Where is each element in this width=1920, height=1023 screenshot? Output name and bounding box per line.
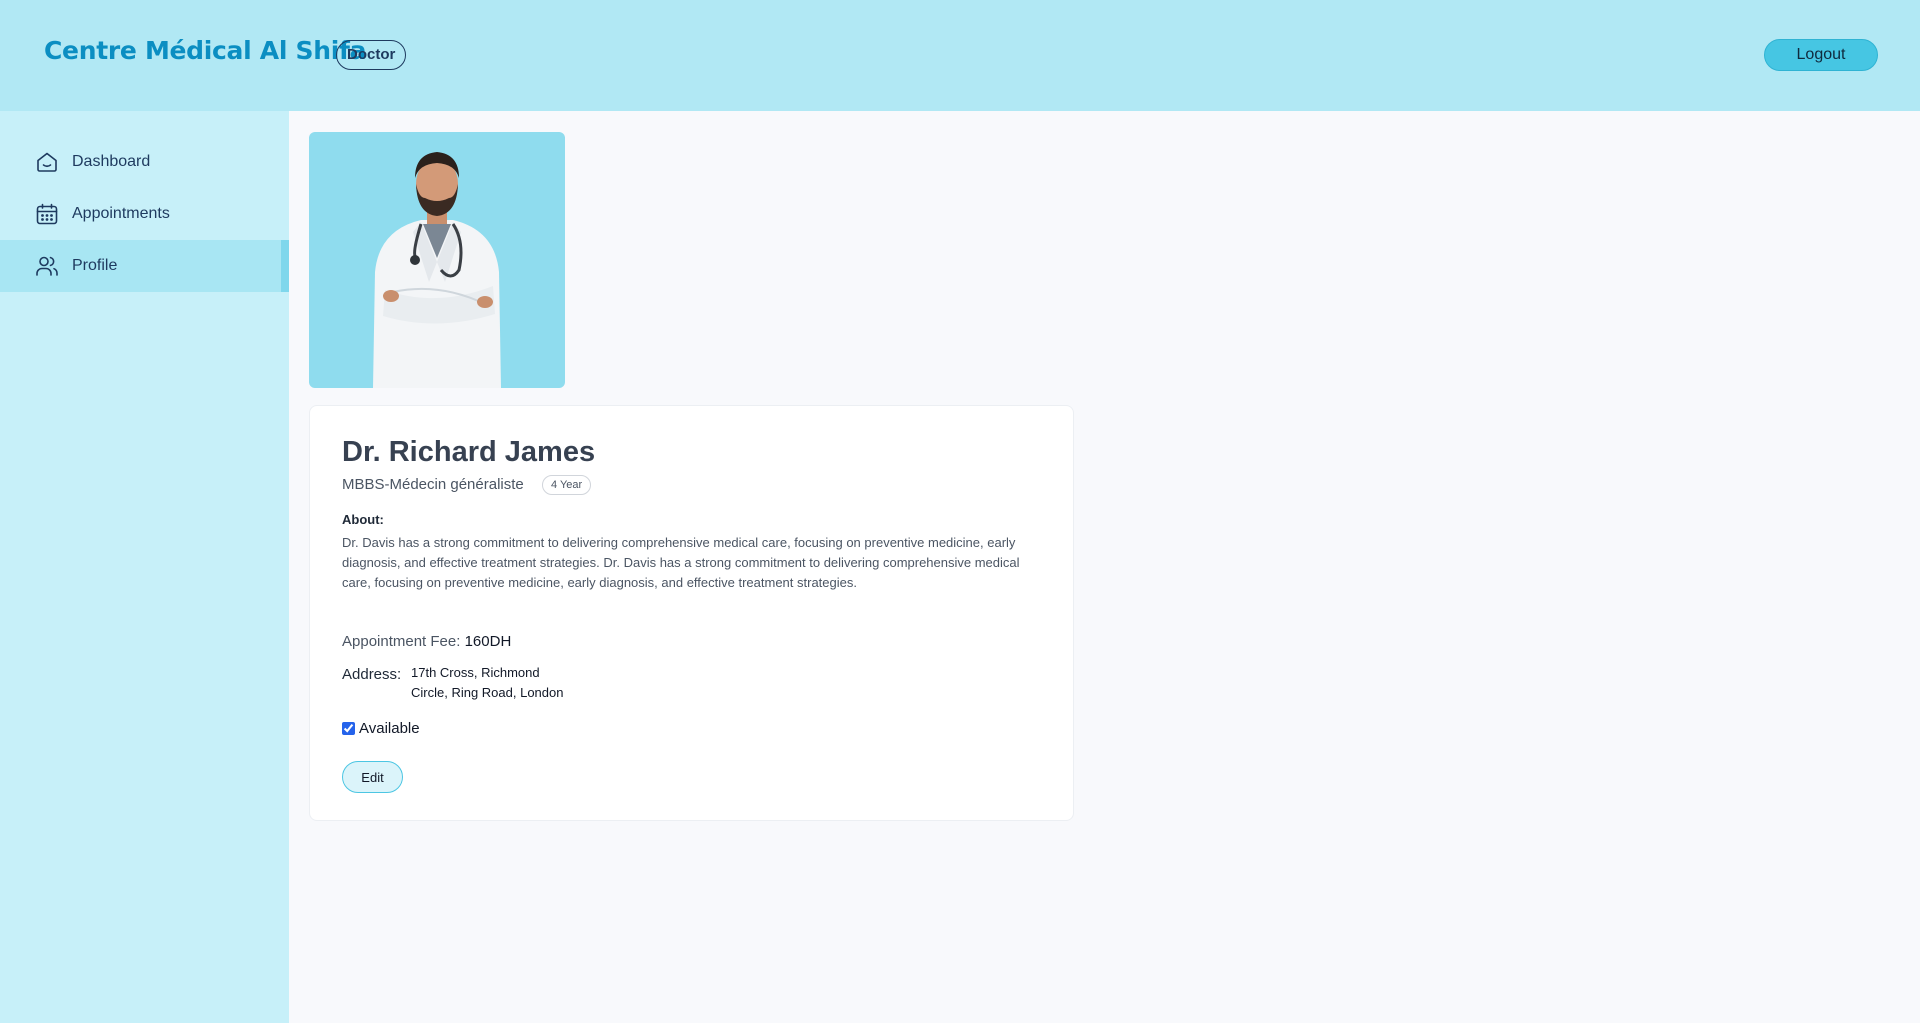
doctor-name: Dr. Richard James	[342, 436, 596, 468]
address-line-2: Circle, Ring Road, London	[411, 685, 564, 700]
profile-card: Dr. Richard James MBBS-Médecin généralis…	[309, 405, 1074, 821]
about-text: Dr. Davis has a strong commitment to del…	[342, 535, 1020, 590]
logout-button[interactable]: Logout	[1764, 39, 1878, 71]
sidebar-item-label: Appointments	[72, 205, 170, 222]
home-icon	[34, 149, 60, 175]
sidebar: Dashboard Appointments Profile	[0, 111, 289, 1023]
sidebar-item-dashboard[interactable]: Dashboard	[0, 136, 289, 188]
available-label: Available	[359, 720, 420, 737]
appointment-fee: Appointment Fee: 160DH	[342, 633, 511, 650]
calendar-icon	[34, 201, 60, 227]
sidebar-item-label: Profile	[72, 257, 118, 274]
sidebar-item-label: Dashboard	[72, 153, 151, 170]
address-value: 17th Cross, Richmond Circle, Ring Road, …	[411, 663, 563, 703]
address-label: Address:	[342, 666, 402, 683]
doctor-photo	[309, 132, 565, 388]
fee-label: Appointment Fee:	[342, 633, 461, 650]
users-icon	[34, 253, 60, 279]
fee-value: 160DH	[464, 633, 512, 650]
sidebar-item-appointments[interactable]: Appointments	[0, 188, 289, 240]
address-line-1: 17th Cross, Richmond	[411, 665, 540, 680]
top-header: Centre Médical Al Shifa Doctor Logout	[0, 0, 1920, 111]
experience-badge: 4 Year	[542, 475, 592, 495]
about-label: About:	[342, 512, 384, 527]
role-badge: Doctor	[336, 40, 407, 70]
brand-title: Centre Médical Al Shifa	[44, 36, 367, 65]
sidebar-item-profile[interactable]: Profile	[0, 240, 289, 292]
edit-button[interactable]: Edit	[342, 761, 403, 793]
available-checkbox[interactable]	[342, 722, 355, 735]
available-toggle[interactable]: Available	[342, 720, 420, 737]
doctor-degree: MBBS-Médecin généraliste	[342, 476, 524, 493]
